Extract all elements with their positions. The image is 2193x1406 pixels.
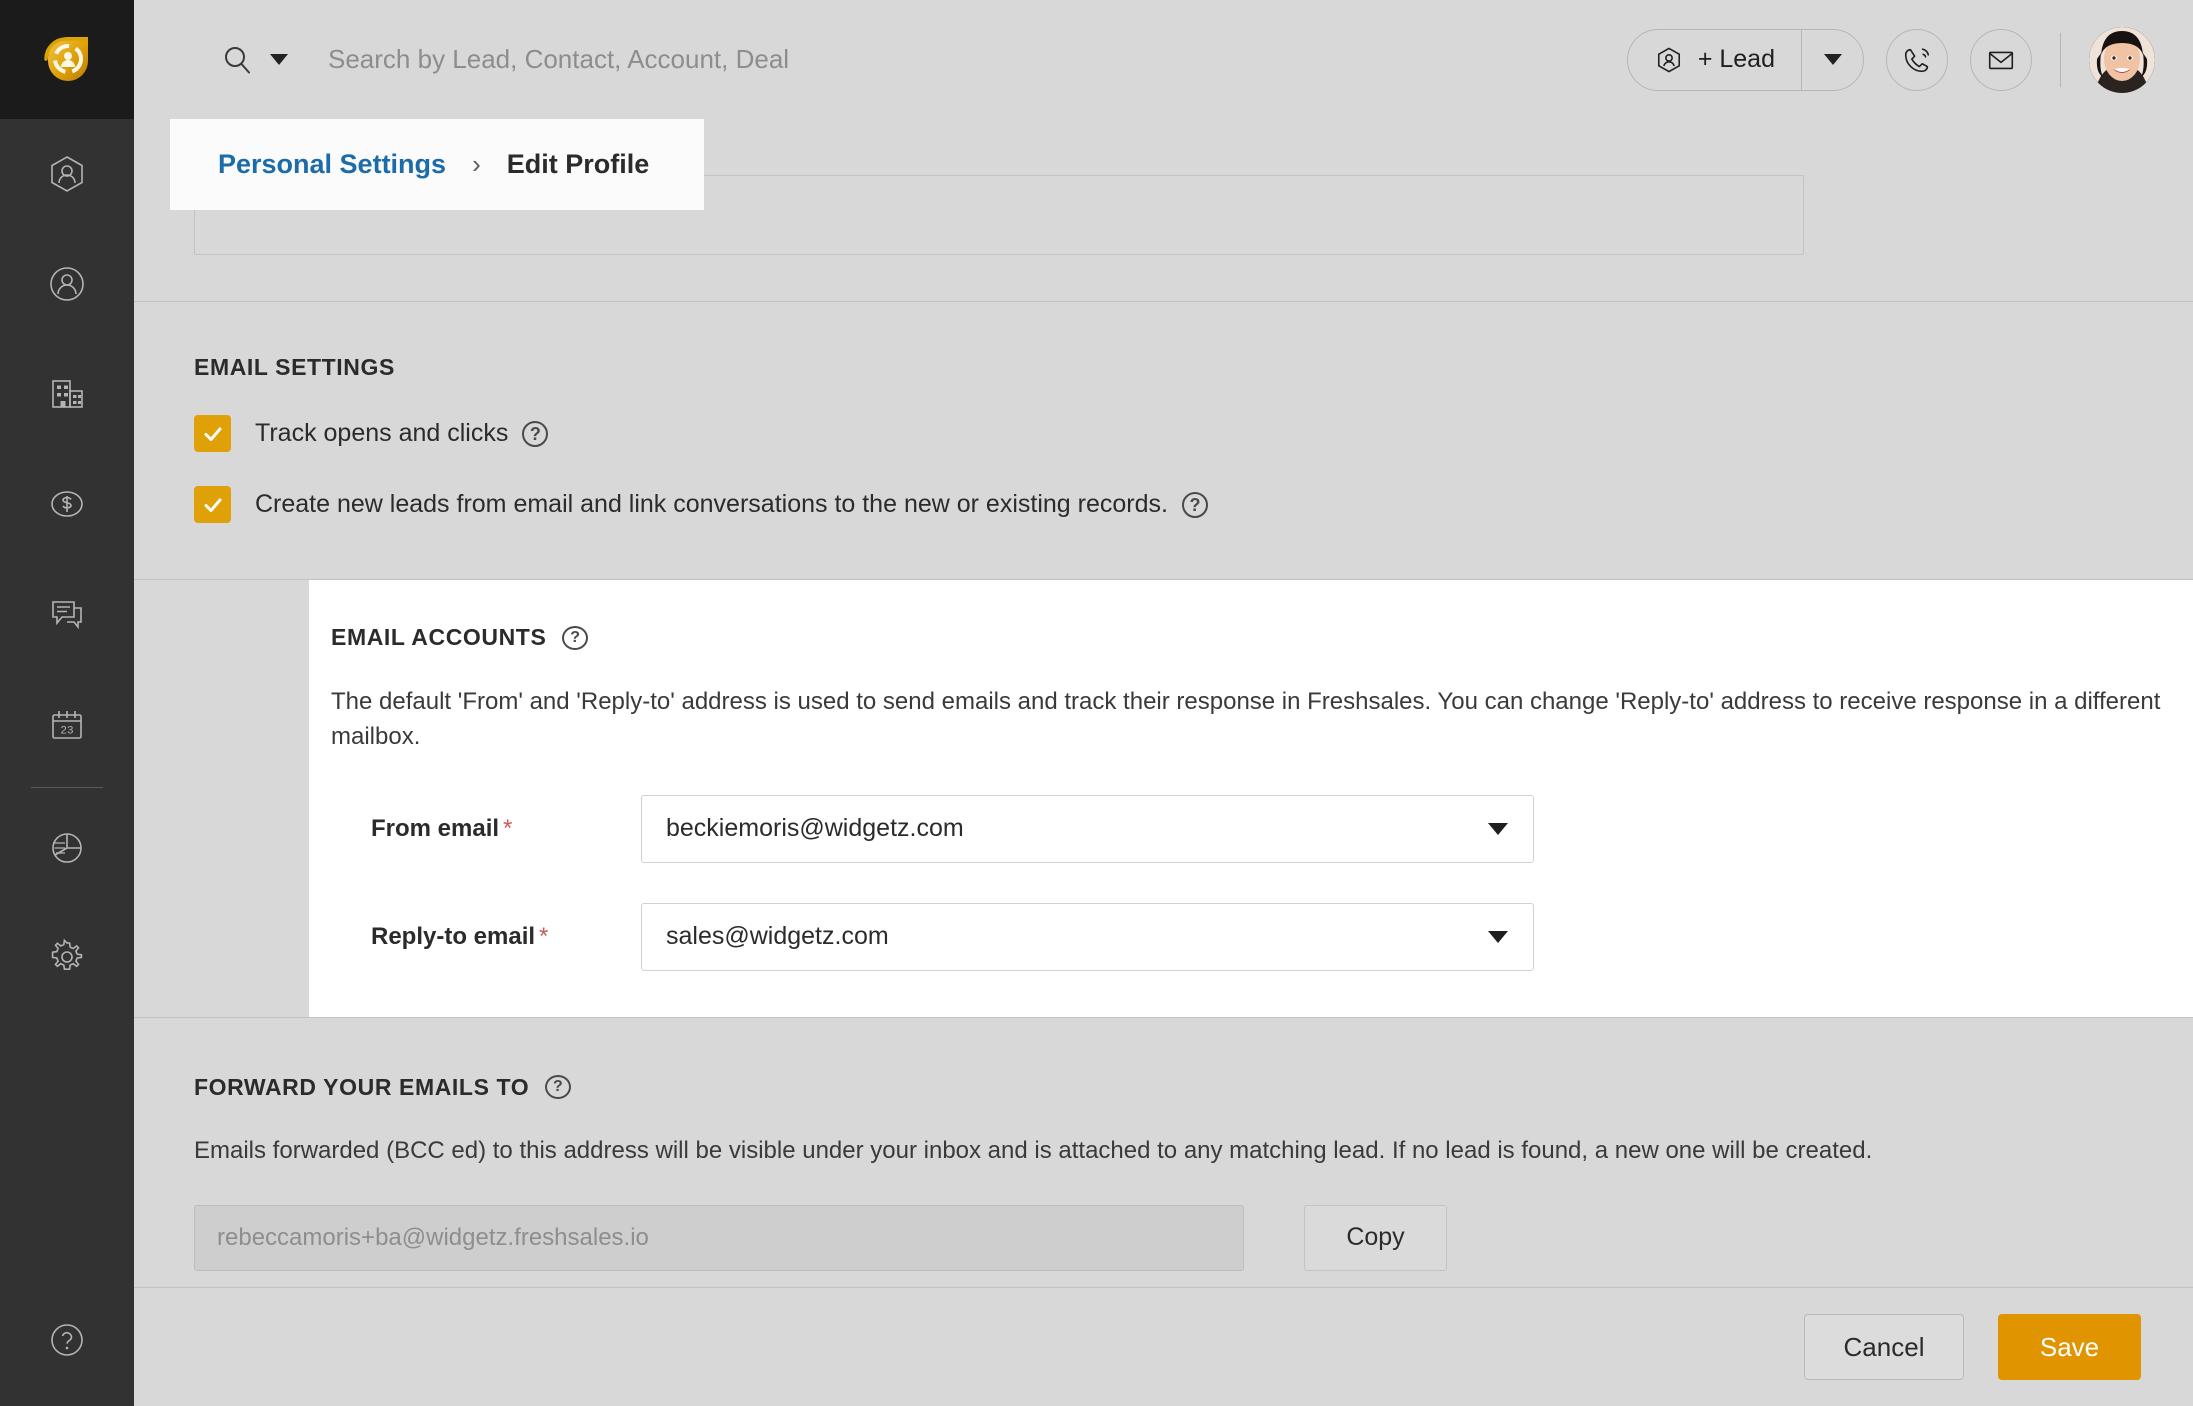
track-opens-label-group: Track opens and clicks ?: [255, 419, 549, 448]
lead-hexagon-person-icon: [51, 156, 83, 192]
settings-content: EMAIL SETTINGS Track opens and clicks ?: [134, 119, 2193, 1287]
add-lead-button[interactable]: + Lead: [1628, 29, 1801, 91]
help-question-circle-icon: [51, 1324, 83, 1356]
form-footer: Cancel Save: [134, 1287, 2193, 1406]
help-question-circle-icon[interactable]: ?: [562, 625, 589, 650]
email-settings-section: EMAIL SETTINGS Track opens and clicks ?: [134, 302, 2193, 579]
rail-divider: [31, 787, 103, 788]
reply-to-email-select-wrap: sales@widgetz.com: [641, 902, 1534, 971]
breadcrumb: Personal Settings › Edit Profile: [170, 119, 704, 210]
avatar[interactable]: [2089, 26, 2155, 93]
track-opens-checkbox[interactable]: [194, 415, 231, 452]
check-icon: [204, 498, 221, 512]
breadcrumb-root-link[interactable]: Personal Settings: [218, 149, 446, 180]
forward-address-row: Copy: [194, 1204, 2193, 1271]
forward-emails-title-group: FORWARD YOUR EMAILS TO ?: [194, 1074, 2193, 1101]
checkbox-row-create-leads: Create new leads from email and link con…: [194, 486, 2193, 523]
from-email-select-wrap: beckiemoris@widgetz.com: [641, 794, 1534, 863]
deal-dollar-circle-icon: [51, 491, 83, 517]
sidebar-item-accounts[interactable]: [0, 339, 134, 449]
envelope-icon: [1988, 51, 2014, 69]
forward-emails-section: FORWARD YOUR EMAILS TO ? Emails forwarde…: [134, 1018, 2193, 1287]
required-asterisk: *: [539, 922, 549, 950]
sidebar-item-leads[interactable]: [0, 119, 134, 229]
from-email-select[interactable]: beckiemoris@widgetz.com: [641, 794, 1534, 863]
from-email-label: From email: [371, 814, 500, 842]
sidebar-item-settings[interactable]: [0, 902, 134, 1012]
top-bar-actions: + Lead: [1626, 0, 2155, 119]
breadcrumb-current: Edit Profile: [506, 149, 650, 179]
svg-text:23: 23: [60, 726, 73, 738]
sidebar-item-deals[interactable]: [0, 449, 134, 559]
add-lead-dropdown-button[interactable]: [1801, 28, 1863, 91]
chevron-right-icon: ›: [472, 149, 481, 179]
forward-emails-description: Emails forwarded (BCC ed) to this addres…: [194, 1136, 1873, 1164]
reply-to-email-value: sales@widgetz.com: [666, 922, 889, 951]
conversations-chat-bubbles-icon: [52, 601, 82, 630]
settings-gear-icon: [51, 938, 83, 970]
search-zone: [134, 43, 1128, 77]
contact-circle-person-icon: [50, 267, 84, 301]
search-input[interactable]: [328, 44, 1128, 75]
forward-address-input[interactable]: [194, 1204, 1244, 1271]
check-icon: [204, 427, 221, 441]
user-avatar-image: [2089, 26, 2155, 93]
reply-to-email-row: Reply-to email * sales@widgetz.com: [331, 902, 2193, 971]
phone-call-icon: [1904, 47, 1930, 72]
left-nav-rail: 23: [0, 0, 134, 1406]
cancel-button[interactable]: Cancel: [1804, 1314, 1964, 1380]
save-button[interactable]: Save: [1998, 1314, 2141, 1380]
copy-button[interactable]: Copy: [1304, 1204, 1447, 1271]
app-logo[interactable]: [0, 0, 134, 119]
sidebar-item-reports[interactable]: [0, 792, 134, 902]
from-email-label-group: From email *: [331, 815, 641, 843]
email-accounts-description: The default 'From' and 'Reply-to' addres…: [331, 688, 2161, 750]
mail-button[interactable]: [1970, 28, 2032, 91]
top-bar-divider: [2060, 32, 2061, 87]
app-root: 23 Search by Lead, Contact, Account, Dea…: [0, 0, 2193, 1406]
checkbox-row-track-opens: Track opens and clicks ?: [194, 415, 2193, 452]
forward-emails-title: FORWARD YOUR EMAILS TO: [194, 1073, 530, 1100]
from-email-row: From email * beckiemoris@widgetz.com: [331, 794, 2193, 863]
freshsales-logo-icon: [44, 36, 88, 81]
email-accounts-title-group: EMAIL ACCOUNTS ?: [331, 624, 2193, 651]
create-leads-label-group: Create new leads from email and link con…: [255, 490, 1208, 519]
chevron-down-icon: [1488, 822, 1508, 835]
chevron-down-icon: [1823, 54, 1842, 65]
reply-to-email-label-group: Reply-to email *: [331, 923, 641, 951]
main-column: + Lead: [134, 0, 2193, 1406]
search-scope-button[interactable]: [220, 43, 288, 77]
help-question-circle-icon[interactable]: ?: [1181, 491, 1208, 518]
add-lead-label: + Lead: [1697, 45, 1775, 73]
sidebar-item-conversations[interactable]: [0, 559, 134, 669]
help-question-circle-icon[interactable]: ?: [545, 1075, 572, 1100]
create-leads-label: Create new leads from email and link con…: [255, 490, 1168, 518]
email-accounts-title: EMAIL ACCOUNTS: [331, 624, 547, 650]
required-asterisk: *: [503, 814, 513, 842]
add-lead-button-group: + Lead: [1626, 28, 1864, 91]
phone-button[interactable]: [1886, 28, 1948, 91]
account-building-icon: [52, 380, 83, 408]
reply-to-email-select[interactable]: sales@widgetz.com: [641, 902, 1534, 971]
top-bar: + Lead: [134, 0, 2193, 119]
email-settings-title: EMAIL SETTINGS: [194, 354, 395, 380]
search-magnifier-icon: [225, 46, 250, 73]
create-leads-checkbox[interactable]: [194, 486, 231, 523]
rail-item-list: 23: [0, 119, 134, 1012]
chevron-down-icon: [1488, 930, 1508, 943]
help-question-circle-icon[interactable]: ?: [522, 420, 549, 447]
lead-hexagon-person-icon: [1657, 47, 1680, 72]
from-email-value: beckiemoris@widgetz.com: [666, 814, 964, 843]
reports-pie-chart-icon: [52, 833, 82, 863]
calendar-23-icon: 23: [52, 711, 82, 739]
sidebar-item-contacts[interactable]: [0, 229, 134, 339]
reply-to-email-label: Reply-to email: [371, 922, 536, 950]
sidebar-item-calendar[interactable]: 23: [0, 669, 134, 779]
chevron-down-icon: [270, 54, 288, 65]
sidebar-item-help[interactable]: [0, 1318, 134, 1362]
email-accounts-section: EMAIL ACCOUNTS ? The default 'From' and …: [309, 580, 2193, 1017]
track-opens-label: Track opens and clicks: [255, 419, 509, 447]
